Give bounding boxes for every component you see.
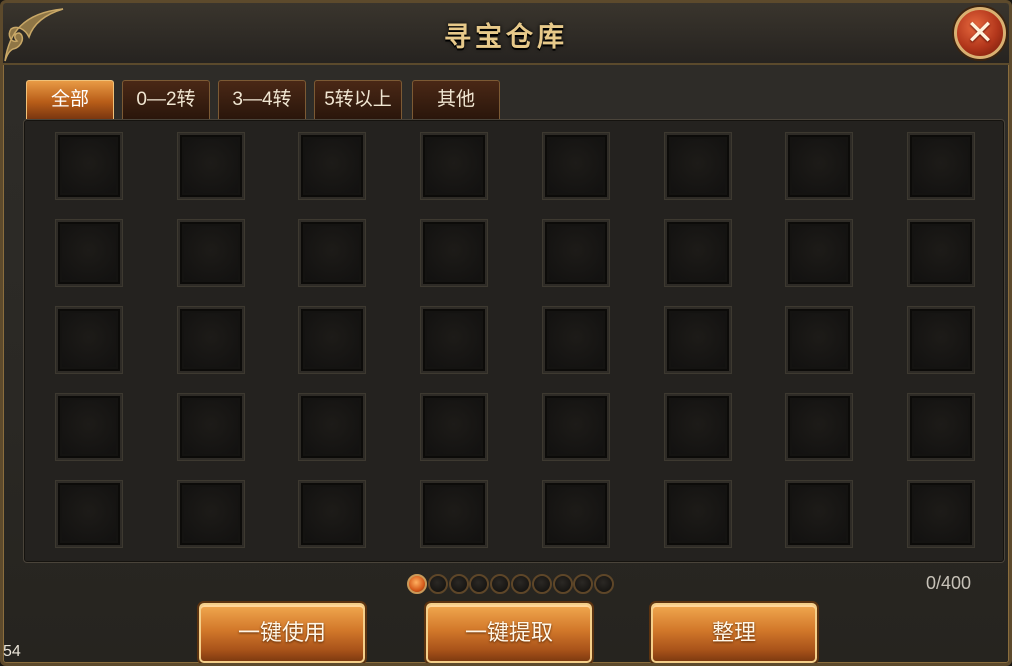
inventory-slot[interactable] (786, 394, 852, 460)
page-dot[interactable] (531, 574, 552, 594)
inventory-slot[interactable] (178, 394, 244, 460)
inventory-slot[interactable] (908, 394, 974, 460)
tab-all[interactable]: 全部 (26, 80, 114, 119)
page-dot[interactable] (594, 574, 615, 594)
inventory-slot[interactable] (421, 307, 487, 373)
inventory-slot[interactable] (421, 220, 487, 286)
inventory-slot[interactable] (178, 133, 244, 199)
inventory-slot[interactable] (543, 481, 609, 547)
close-button[interactable]: ✕ (954, 7, 1006, 59)
inventory-slot[interactable] (786, 307, 852, 373)
inventory-slot[interactable] (56, 133, 122, 199)
inventory-slot[interactable] (543, 307, 609, 373)
page-dot[interactable] (552, 574, 573, 594)
inventory-slot[interactable] (178, 220, 244, 286)
inventory-slot[interactable] (543, 394, 609, 460)
inventory-slot[interactable] (299, 481, 365, 547)
page-dot[interactable] (573, 574, 594, 594)
page-dot[interactable] (469, 574, 490, 594)
inventory-slot[interactable] (299, 220, 365, 286)
inventory-slot[interactable] (56, 307, 122, 373)
inventory-slot[interactable] (908, 481, 974, 547)
title-bar: 寻宝仓库 ✕ (3, 3, 1009, 65)
tab-other[interactable]: 其他 (412, 80, 500, 119)
inventory-slot[interactable] (665, 394, 731, 460)
inventory-slot[interactable] (56, 220, 122, 286)
inventory-slot[interactable] (299, 133, 365, 199)
warehouse-window: 寻宝仓库 ✕ 全部 0—2转 3—4转 5转以上 其他 0/400 一键使用 一… (0, 0, 1012, 666)
inventory-slot[interactable] (786, 481, 852, 547)
inventory-slot[interactable] (665, 220, 731, 286)
close-icon: ✕ (965, 13, 995, 53)
tab-rebirth-3-4[interactable]: 3—4转 (218, 80, 306, 119)
inventory-slot[interactable] (908, 307, 974, 373)
inventory-slot[interactable] (543, 220, 609, 286)
inventory-slot[interactable] (908, 220, 974, 286)
use-all-button[interactable]: 一键使用 (199, 603, 365, 663)
inventory-slot[interactable] (665, 133, 731, 199)
page-dot[interactable] (407, 574, 427, 594)
inventory-slot[interactable] (56, 481, 122, 547)
inventory-grid (23, 119, 1005, 563)
inventory-slot[interactable] (178, 307, 244, 373)
inventory-slot[interactable] (665, 307, 731, 373)
page-dot[interactable] (511, 574, 531, 594)
tab-rebirth-0-2[interactable]: 0—2转 (122, 80, 210, 119)
inventory-slot[interactable] (665, 481, 731, 547)
inventory-slot[interactable] (421, 481, 487, 547)
inventory-slot[interactable] (421, 394, 487, 460)
extract-all-button[interactable]: 一键提取 (426, 603, 592, 663)
tab-rebirth-5-plus[interactable]: 5转以上 (314, 80, 402, 119)
capacity-counter: 0/400 (925, 573, 971, 593)
inventory-slot[interactable] (786, 220, 852, 286)
inventory-slot[interactable] (178, 481, 244, 547)
corner-number: 54 (3, 643, 21, 660)
window-title: 寻宝仓库 (444, 22, 568, 53)
page-dot[interactable] (490, 574, 511, 594)
inventory-slot[interactable] (299, 307, 365, 373)
page-dot[interactable] (427, 574, 448, 594)
inventory-slot[interactable] (299, 394, 365, 460)
inventory-slot[interactable] (908, 133, 974, 199)
page-dot[interactable] (448, 574, 469, 594)
inventory-slot[interactable] (786, 133, 852, 199)
inventory-slot[interactable] (543, 133, 609, 199)
sort-button[interactable]: 整理 (651, 603, 817, 663)
inventory-slot[interactable] (421, 133, 487, 199)
inventory-slot[interactable] (56, 394, 122, 460)
